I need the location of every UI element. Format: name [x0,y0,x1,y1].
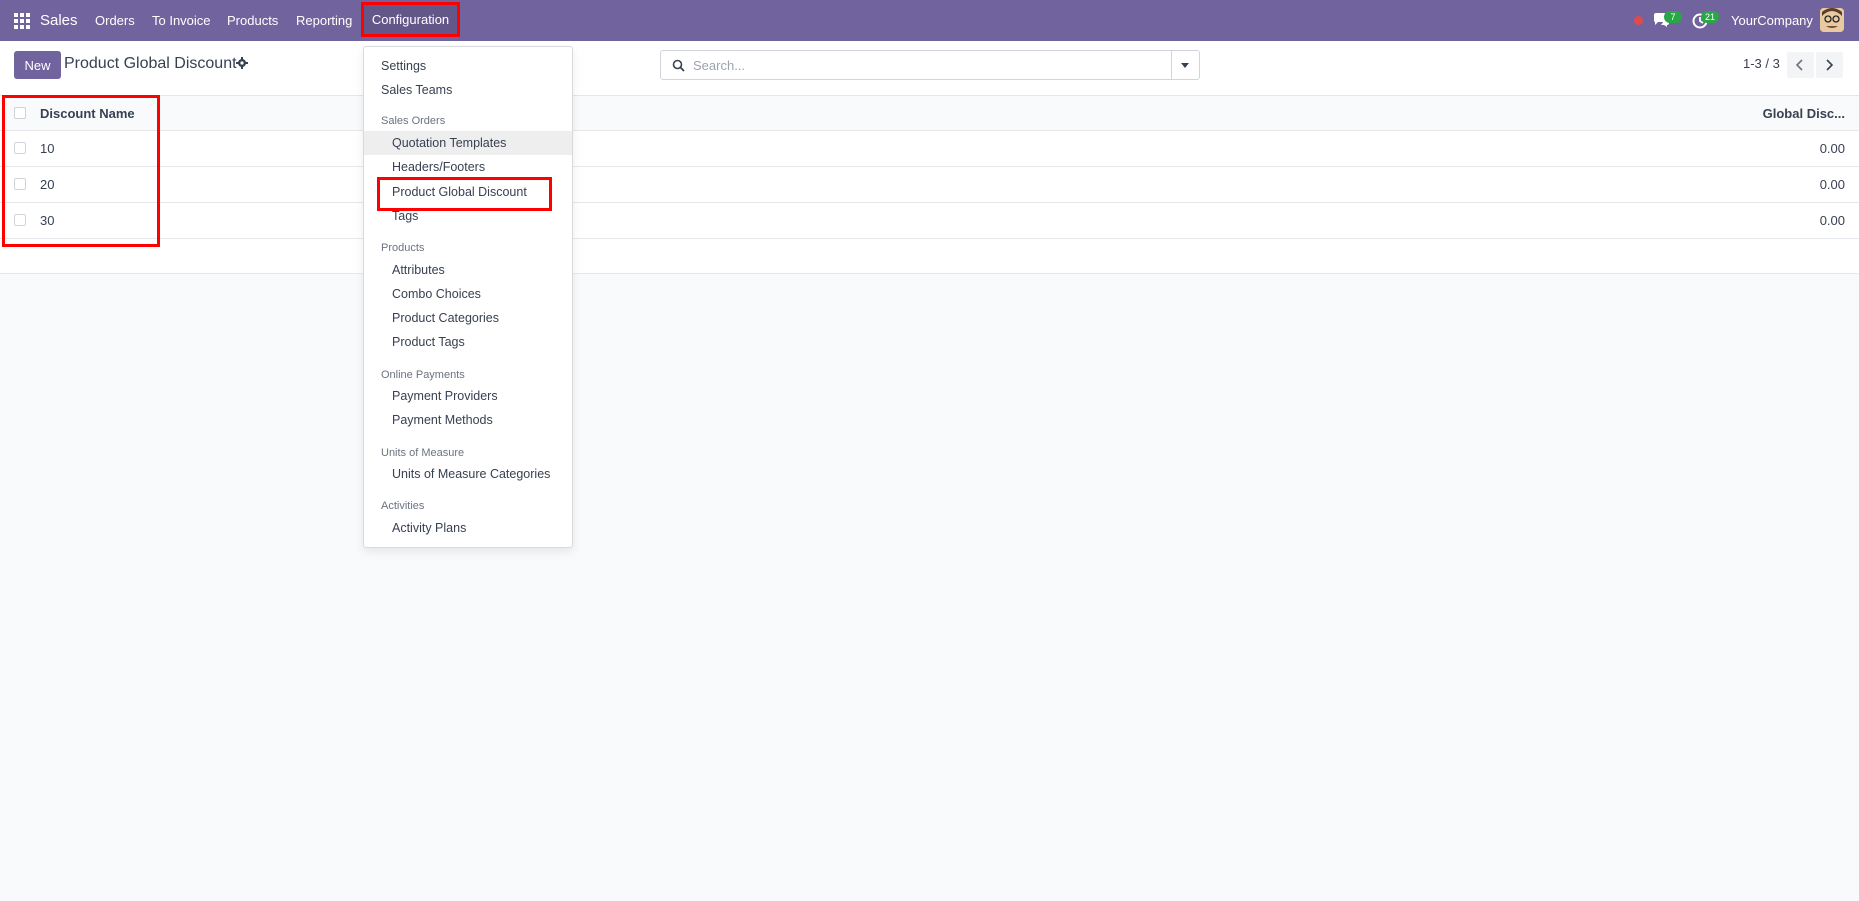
app-brand-sales[interactable]: Sales [40,0,78,41]
select-all-checkbox[interactable] [14,107,26,119]
chat-count-badge: 7 [1664,11,1682,23]
table-footer-row [0,239,1859,274]
dropdown-item-product-tags[interactable]: Product Tags [364,330,572,354]
pager-next-button[interactable] [1816,52,1843,78]
dropdown-item-activity-plans[interactable]: Activity Plans [364,516,572,540]
gear-icon[interactable] [236,57,248,69]
row-checkbox[interactable] [14,178,26,190]
dropdown-section-units-of-measure: Units of Measure [381,447,465,459]
table-row[interactable]: 30 0.00 [0,203,1859,239]
discount-name-cell: 10 [40,141,55,156]
list-view: Discount Name Global Disc... 10 0.00 20 … [0,96,1859,274]
dropdown-section-sales-orders: Sales Orders [381,115,446,127]
dropdown-item-sales-teams[interactable]: Sales Teams [364,78,572,102]
table-header-row: Discount Name Global Disc... [0,96,1859,131]
dropdown-item-combo-choices[interactable]: Combo Choices [364,282,572,306]
search-input[interactable]: Search... [693,58,745,73]
pager-previous-button[interactable] [1787,52,1814,78]
dropdown-item-uom-categories[interactable]: Units of Measure Categories [364,462,572,486]
menu-to-invoice[interactable]: To Invoice [152,0,211,41]
dropdown-item-payment-providers[interactable]: Payment Providers [364,384,572,408]
global-discount-cell: 0.00 [1819,213,1845,228]
column-header-discount-name[interactable]: Discount Name [40,106,135,121]
table-row[interactable]: 10 0.00 [0,131,1859,167]
activity-count-badge: 21 [1701,11,1719,23]
global-discount-cell: 0.00 [1819,177,1845,192]
menu-orders[interactable]: Orders [95,0,135,41]
dropdown-item-attributes[interactable]: Attributes [364,258,572,282]
dropdown-item-payment-methods[interactable]: Payment Methods [364,408,572,432]
dropdown-item-product-categories[interactable]: Product Categories [364,306,572,330]
dropdown-section-online-payments: Online Payments [381,369,465,381]
configuration-dropdown-menu: Settings Sales Teams Sales Orders Quotat… [363,46,573,548]
status-dot-icon [1634,16,1643,25]
discount-name-cell: 20 [40,177,55,192]
dropdown-item-tags[interactable]: Tags [364,204,572,228]
menu-products[interactable]: Products [227,0,278,41]
chevron-right-icon [1826,59,1833,71]
dropdown-item-settings[interactable]: Settings [364,54,572,78]
user-avatar[interactable] [1820,8,1844,32]
company-switcher[interactable]: YourCompany [1731,0,1813,41]
dropdown-item-headers-footers[interactable]: Headers/Footers [364,155,572,179]
dropdown-section-activities: Activities [381,500,425,512]
discount-name-cell: 30 [40,213,55,228]
app-grid-icon[interactable] [14,13,30,29]
search-icon [672,59,685,72]
row-checkbox[interactable] [14,142,26,154]
new-button[interactable]: New [14,51,61,79]
page-title: Product Global Discount [64,55,237,72]
pager-value[interactable]: 1-3 / 3 [1743,56,1780,71]
menu-configuration[interactable]: Configuration [361,2,460,37]
control-panel: New Product Global Discount Search... 1-… [0,41,1859,96]
row-checkbox[interactable] [14,214,26,226]
top-navbar: Sales Orders To Invoice Products Reporti… [0,0,1859,41]
search-options-toggle[interactable] [1171,50,1199,80]
search-bar[interactable]: Search... [660,50,1200,80]
chevron-left-icon [1796,59,1803,71]
global-discount-cell: 0.00 [1819,141,1845,156]
dropdown-section-products: Products [381,242,425,254]
menu-reporting[interactable]: Reporting [296,0,352,41]
avatar-face-icon [1820,8,1844,32]
dropdown-item-quotation-templates[interactable]: Quotation Templates [364,131,572,155]
dropdown-item-product-global-discount[interactable]: Product Global Discount [364,180,572,204]
column-header-global-discount[interactable]: Global Disc... [1763,106,1845,121]
table-row[interactable]: 20 0.00 [0,167,1859,203]
